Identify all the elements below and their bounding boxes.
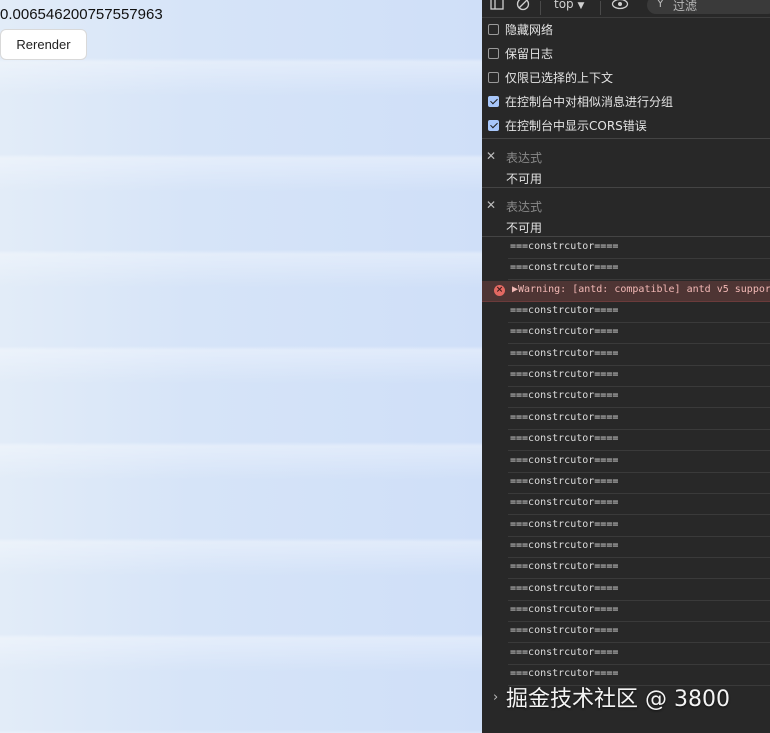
log-text: ===constrcutor==== bbox=[510, 476, 619, 487]
console-log-message[interactable]: ===constrcutor==== bbox=[482, 409, 770, 430]
setting-label: 保留日志 bbox=[505, 47, 554, 61]
console-toolbar: top ▼ Y 过滤 bbox=[482, 0, 770, 18]
filter-funnel-icon: Y bbox=[657, 0, 664, 10]
log-separator bbox=[508, 343, 770, 344]
console-log-message[interactable]: ===constrcutor==== bbox=[482, 366, 770, 387]
dropdown-arrow-icon: ▼ bbox=[577, 1, 585, 11]
log-text: ===constrcutor==== bbox=[510, 305, 619, 316]
console-log-message[interactable]: ===constrcutor==== bbox=[482, 430, 770, 451]
log-text: ===constrcutor==== bbox=[510, 604, 619, 615]
setting-label: 在控制台中对相似消息进行分组 bbox=[505, 95, 674, 109]
devtools-panel: top ▼ Y 过滤 隐藏网络保留日志仅限已选择的上下文在控制台中对相似消息进行… bbox=[482, 0, 770, 733]
log-text: ===constrcutor==== bbox=[510, 625, 619, 636]
log-text: ===constrcutor==== bbox=[510, 369, 619, 380]
context-label: top bbox=[554, 0, 574, 11]
remove-expression-icon[interactable]: ✕ bbox=[486, 149, 496, 163]
divider bbox=[482, 138, 770, 139]
log-separator bbox=[508, 450, 770, 451]
log-text: ===constrcutor==== bbox=[510, 348, 619, 359]
console-error-message[interactable]: × ▶Warning: [antd: compatible] antd v5 su… bbox=[482, 281, 770, 302]
log-text: ===constrcutor==== bbox=[510, 519, 619, 530]
clear-console-icon[interactable] bbox=[516, 0, 530, 14]
log-text: ===constrcutor==== bbox=[510, 647, 619, 658]
log-text: ===constrcutor==== bbox=[510, 390, 619, 401]
console-log-message[interactable]: ===constrcutor==== bbox=[482, 516, 770, 537]
divider bbox=[482, 236, 770, 237]
setting-label: 在控制台中显示CORS错误 bbox=[505, 119, 647, 133]
console-log-message[interactable]: ===constrcutor==== bbox=[482, 302, 770, 323]
live-expression-eye-icon[interactable] bbox=[611, 0, 629, 14]
setting-row[interactable]: 保留日志 bbox=[482, 43, 770, 67]
console-log-message[interactable]: ===constrcutor==== bbox=[482, 622, 770, 643]
console-prompt-chevron-icon: › bbox=[493, 690, 499, 705]
console-log-message[interactable]: ===constrcutor==== bbox=[482, 537, 770, 558]
setting-checkbox[interactable] bbox=[488, 24, 499, 35]
log-separator bbox=[508, 279, 770, 280]
setting-checkbox[interactable] bbox=[488, 72, 499, 83]
console-log-message[interactable]: ===constrcutor==== bbox=[482, 238, 770, 259]
log-separator bbox=[508, 407, 770, 408]
rerender-button[interactable]: Rerender bbox=[0, 29, 87, 60]
console-log-message[interactable]: ===constrcutor==== bbox=[482, 558, 770, 579]
log-text: ===constrcutor==== bbox=[510, 540, 619, 551]
random-value-text: 0.006546200757557963 bbox=[0, 6, 163, 23]
app-page: 0.006546200757557963 Rerender bbox=[0, 0, 482, 733]
log-text: ===constrcutor==== bbox=[510, 262, 619, 273]
log-text: ===constrcutor==== bbox=[510, 583, 619, 594]
setting-row[interactable]: 在控制台中显示CORS错误 bbox=[482, 115, 770, 139]
console-log-message[interactable]: ===constrcutor==== bbox=[482, 345, 770, 366]
console-log-message[interactable]: ===constrcutor==== bbox=[482, 473, 770, 494]
setting-row[interactable]: 仅限已选择的上下文 bbox=[482, 67, 770, 91]
context-selector[interactable]: top ▼ bbox=[554, 0, 584, 11]
console-log-message[interactable]: ===constrcutor==== bbox=[482, 452, 770, 473]
setting-row[interactable]: 在控制台中对相似消息进行分组 bbox=[482, 91, 770, 115]
toolbar-divider bbox=[540, 1, 541, 15]
log-text: ===constrcutor==== bbox=[510, 326, 619, 337]
expression-input[interactable]: 表达式 bbox=[506, 149, 542, 166]
setting-label: 隐藏网络 bbox=[505, 23, 554, 37]
filter-input[interactable]: Y 过滤 bbox=[647, 0, 770, 14]
live-expression: ✕ 表达式 不可用 bbox=[482, 191, 770, 239]
log-separator bbox=[508, 578, 770, 579]
expression-input[interactable]: 表达式 bbox=[506, 198, 542, 215]
setting-checkbox[interactable] bbox=[488, 120, 499, 131]
setting-row[interactable]: 隐藏网络 bbox=[482, 19, 770, 43]
log-text: ===constrcutor==== bbox=[510, 241, 619, 252]
setting-checkbox[interactable] bbox=[488, 96, 499, 107]
console-log-message[interactable]: ===constrcutor==== bbox=[482, 580, 770, 601]
console-log-message[interactable]: ===constrcutor==== bbox=[482, 601, 770, 622]
expression-value: 不可用 bbox=[506, 172, 543, 186]
expression-value: 不可用 bbox=[506, 221, 543, 235]
log-text: ===constrcutor==== bbox=[510, 668, 619, 679]
log-text: ===constrcutor==== bbox=[510, 455, 619, 466]
error-icon: × bbox=[494, 285, 505, 296]
toolbar-divider bbox=[600, 1, 601, 15]
remove-expression-icon[interactable]: ✕ bbox=[486, 198, 496, 212]
console-log-message[interactable]: ===constrcutor==== bbox=[482, 259, 770, 280]
log-text: ===constrcutor==== bbox=[510, 412, 619, 423]
log-text: ===constrcutor==== bbox=[510, 497, 619, 508]
console-log-message[interactable]: ===constrcutor==== bbox=[482, 644, 770, 665]
log-separator bbox=[508, 642, 770, 643]
console-log-message[interactable]: ===constrcutor==== bbox=[482, 494, 770, 515]
log-text: ===constrcutor==== bbox=[510, 433, 619, 444]
error-text: ▶Warning: [antd: compatible] antd v5 sup… bbox=[512, 284, 770, 295]
setting-checkbox[interactable] bbox=[488, 48, 499, 59]
sidebar-toggle-icon[interactable] bbox=[490, 0, 504, 14]
filter-placeholder: 过滤 bbox=[673, 0, 698, 13]
divider bbox=[482, 187, 770, 188]
console-log-message[interactable]: ===constrcutor==== bbox=[482, 387, 770, 408]
watermark-text: 掘金技术社区 @ 3800 bbox=[506, 687, 730, 712]
console-log-message[interactable]: ===constrcutor==== bbox=[482, 323, 770, 344]
setting-label: 仅限已选择的上下文 bbox=[505, 71, 614, 85]
log-separator bbox=[508, 514, 770, 515]
log-text: ===constrcutor==== bbox=[510, 561, 619, 572]
live-expression: ✕ 表达式 不可用 bbox=[482, 142, 770, 190]
